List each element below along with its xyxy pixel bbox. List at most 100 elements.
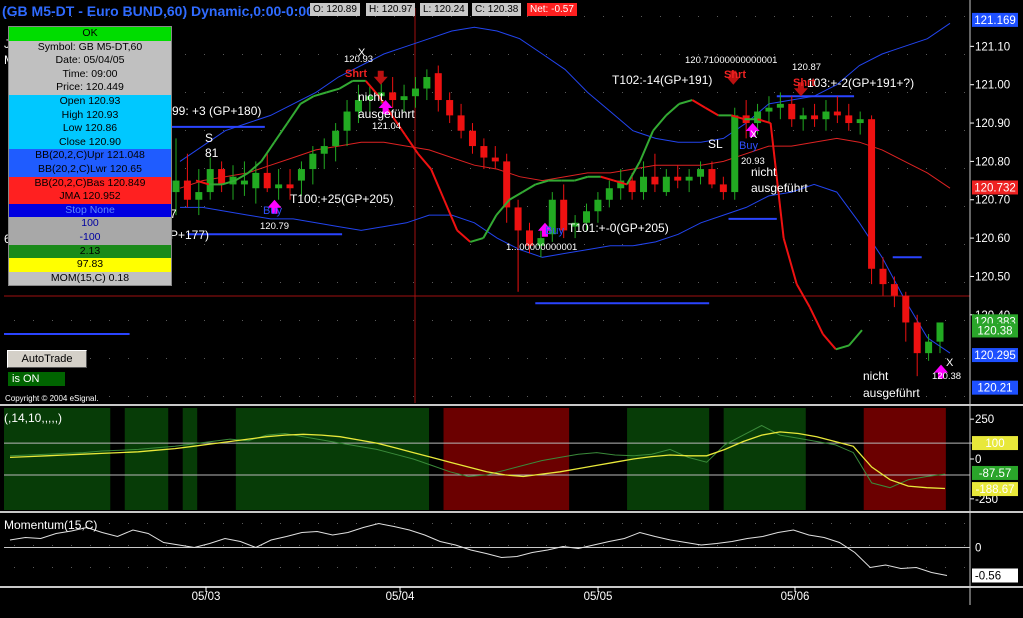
grid-dot — [261, 92, 262, 93]
grid-dot — [337, 523, 338, 524]
grid-dot — [926, 320, 927, 321]
grid-dot — [793, 523, 794, 524]
grid-dot — [337, 92, 338, 93]
grid-dot — [717, 358, 718, 359]
grid-dot — [755, 244, 756, 245]
grid-dot — [280, 54, 281, 55]
price-marker: 120.732 — [974, 182, 1016, 194]
candle-body — [890, 284, 898, 296]
grid-dot — [432, 358, 433, 359]
grid-dot — [717, 282, 718, 283]
grid-dot — [394, 358, 395, 359]
grid-dot — [926, 358, 927, 359]
grid-dot — [679, 282, 680, 283]
grid-dot — [280, 567, 281, 568]
grid-dot — [679, 130, 680, 131]
grid-dot — [223, 567, 224, 568]
grid-dot — [546, 523, 547, 524]
grid-dot — [375, 244, 376, 245]
grid-dot — [888, 130, 889, 131]
grid-dot — [812, 206, 813, 207]
trade-102-label: T102:-14(GP+191) — [612, 73, 712, 87]
grid-dot — [356, 545, 357, 546]
grid-dot — [660, 523, 661, 524]
data-window[interactable]: OK Symbol: GB M5-DT,60 Date: 05/04/05 Ti… — [8, 26, 172, 287]
grid-dot — [261, 282, 262, 283]
stop-loss-label: SL — [708, 137, 723, 151]
grid-dot — [774, 244, 775, 245]
grid-dot — [280, 523, 281, 524]
grid-dot — [926, 244, 927, 245]
grid-dot — [850, 320, 851, 321]
grid-dot — [128, 545, 129, 546]
grid-dot — [470, 244, 471, 245]
grid-dot — [831, 282, 832, 283]
grid-dot — [128, 358, 129, 359]
data-close: Close 120.90 — [9, 135, 171, 150]
grid-dot — [432, 92, 433, 93]
grid-dot — [831, 54, 832, 55]
grid-dot — [945, 130, 946, 131]
grid-dot — [755, 358, 756, 359]
oscillator-zone — [627, 408, 710, 510]
not-executed-label: nicht — [751, 165, 777, 179]
grid-dot — [185, 282, 186, 283]
price-axis-label: 121.10 — [975, 41, 1010, 53]
candle-body — [195, 192, 203, 200]
oscillator-axis-label: 0 — [975, 454, 981, 466]
momentum-pane-bg — [4, 515, 970, 585]
grid-dot — [451, 320, 452, 321]
grid-dot — [261, 320, 262, 321]
grid-dot — [223, 545, 224, 546]
grid-dot — [223, 523, 224, 524]
grid-dot — [584, 523, 585, 524]
grid-dot — [622, 396, 623, 397]
grid-dot — [831, 244, 832, 245]
grid-dot — [413, 130, 414, 131]
grid-dot — [888, 244, 889, 245]
grid-dot — [14, 567, 15, 568]
grid-dot — [850, 168, 851, 169]
candle-body — [218, 169, 226, 185]
grid-dot — [831, 396, 832, 397]
grid-dot — [679, 545, 680, 546]
grid-dot — [299, 523, 300, 524]
trade-100-label: T100:+25(GP+205) — [290, 192, 393, 206]
price-axis-label: 120.70 — [975, 195, 1010, 207]
grid-dot — [337, 244, 338, 245]
grid-dot — [584, 130, 585, 131]
grid-dot — [622, 244, 623, 245]
grid-dot — [261, 244, 262, 245]
grid-dot — [755, 206, 756, 207]
grid-dot — [736, 320, 737, 321]
high-readout: H: 120.97 — [366, 3, 416, 16]
candle-body — [708, 169, 716, 185]
grid-dot — [717, 567, 718, 568]
grid-dot — [185, 567, 186, 568]
price-marker: 120.295 — [974, 350, 1016, 362]
grid-dot — [470, 54, 471, 55]
grid-dot — [242, 130, 243, 131]
grid-dot — [660, 168, 661, 169]
grid-dot — [204, 523, 205, 524]
grid-dot — [204, 358, 205, 359]
grid-dot — [546, 54, 547, 55]
grid-dot — [774, 206, 775, 207]
grid-dot — [299, 244, 300, 245]
candle-body — [605, 188, 613, 200]
grid-dot — [470, 523, 471, 524]
candle-body — [754, 111, 762, 124]
grid-dot — [736, 92, 737, 93]
grid-dot — [375, 168, 376, 169]
grid-dot — [831, 523, 832, 524]
autotrade-button[interactable]: AutoTrade — [7, 350, 87, 368]
grid-dot — [812, 168, 813, 169]
data-window-header[interactable]: OK — [9, 27, 171, 41]
grid-dot — [660, 545, 661, 546]
grid-dot — [584, 567, 585, 568]
grid-dot — [774, 92, 775, 93]
grid-dot — [299, 545, 300, 546]
grid-dot — [774, 282, 775, 283]
candle-body — [286, 184, 294, 189]
grid-dot — [299, 358, 300, 359]
